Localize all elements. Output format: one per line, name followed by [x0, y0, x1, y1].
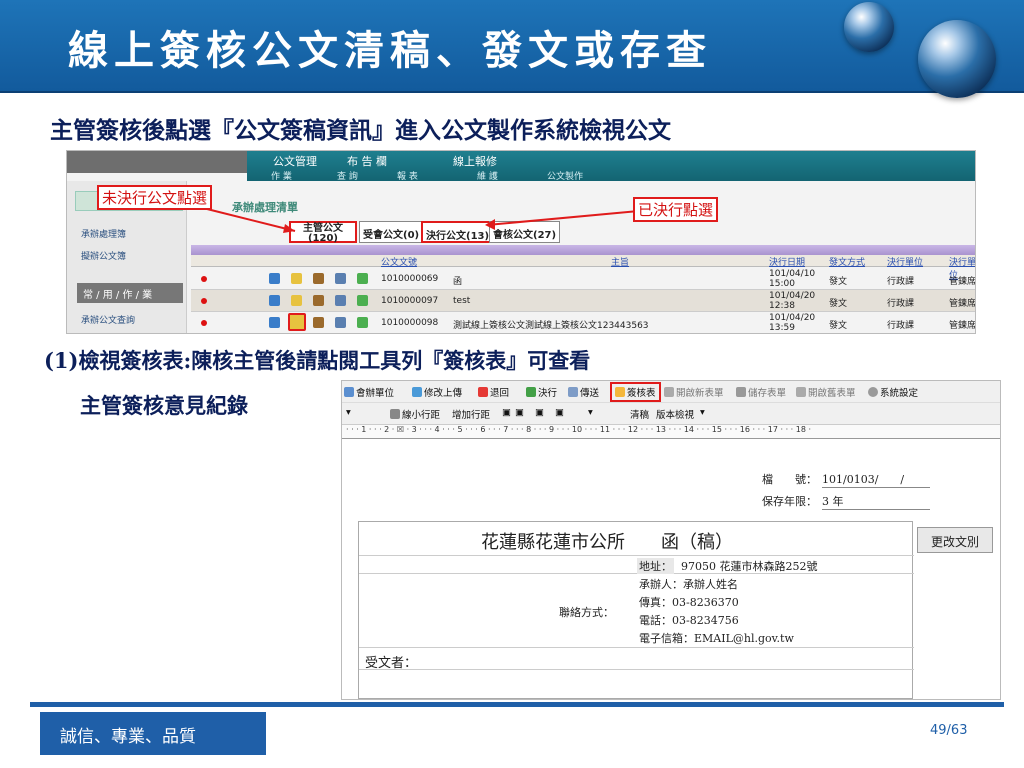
- contact-handler[interactable]: 承辦人：承辦人姓名: [639, 576, 738, 592]
- retention-field[interactable]: 3 年: [822, 493, 930, 510]
- toolbar-line-spacing-decrease[interactable]: 線小行距: [390, 407, 440, 421]
- editor-toolbar: 會辦單位 修改上傳 退回 決行 傳送 簽核表 開啟新表單 儲存表單 開啟舊表單 …: [342, 381, 1000, 403]
- contact-email[interactable]: 電子信箱：EMAIL@hl.gov.tw: [639, 630, 794, 646]
- toolbar-settings[interactable]: 系統設定: [868, 385, 918, 399]
- step-instruction-2: 主管簽核意見紀錄: [80, 393, 248, 418]
- step-instruction: (1)檢視簽核表:陳核主管後請點閱工具列『簽核表』可查看: [44, 348, 591, 373]
- globe-icon: [844, 2, 894, 52]
- document-editor-screenshot: 會辦單位 修改上傳 退回 決行 傳送 簽核表 開啟新表單 儲存表單 開啟舊表單 …: [341, 380, 1001, 700]
- footer-slogan: 誠信、專業、品質: [40, 712, 266, 755]
- toolbar-clean-draft[interactable]: 清稿: [630, 407, 649, 421]
- send-icon: [568, 387, 578, 397]
- toolbar-open-form[interactable]: 開啟舊表單: [796, 385, 856, 399]
- page-number: 49/63: [930, 723, 968, 738]
- file-no-field[interactable]: 101/0103/ /: [822, 471, 930, 488]
- form-contact-row-1: 承辦人：承辦人姓名: [359, 574, 914, 592]
- toolbar-print-icons[interactable]: ▣▣ ▣ ▣: [502, 407, 568, 418]
- save-icon: [736, 387, 746, 397]
- editor-toolbar-2: ▾ 線小行距 增加行距 ▣▣ ▣ ▣ ▾ 清稿 版本檢視 ▾: [342, 403, 1000, 425]
- toolbar-save-form[interactable]: 儲存表單: [736, 385, 786, 399]
- toolbar-countersign-unit[interactable]: 會辦單位: [344, 385, 394, 399]
- document-page: 檔 號： 101/0103/ / 保存年限： 3 年 花蓮縣花蓮市公所 函（稿）…: [342, 439, 1000, 699]
- footer-rule: [30, 702, 1004, 707]
- users-icon: [344, 387, 354, 397]
- form-contact-row-2: 傳真：03-8236370: [359, 592, 914, 610]
- cross-icon: [478, 387, 488, 397]
- callout-arrows: [206, 208, 640, 233]
- toolbar-line-spacing-increase[interactable]: 增加行距: [452, 407, 490, 421]
- toolbar-new-form[interactable]: 開啟新表單: [664, 385, 724, 399]
- form-title-row: 花蓮縣花蓮市公所 函（稿）: [359, 522, 914, 556]
- approve-icon: [526, 387, 536, 397]
- slide-title: 線上簽核公文清稿、發文或存查: [68, 27, 712, 74]
- retention-label: 保存年限：: [762, 495, 817, 508]
- callout-approved: 已決行點選: [633, 197, 719, 222]
- document-title: 花蓮縣花蓮市公所 函（稿）: [481, 532, 733, 553]
- toolbar-send[interactable]: 傳送: [568, 385, 599, 399]
- upload-icon: [412, 387, 422, 397]
- form-contact-row-4: 電子信箱：EMAIL@hl.gov.tw: [359, 628, 914, 648]
- file-no-label: 檔 號：: [762, 473, 817, 486]
- contact-phone[interactable]: 電話：03-8234756: [639, 612, 739, 628]
- new-form-icon: [664, 387, 674, 397]
- form-recipient-row: 受文者：: [359, 648, 914, 671]
- address-label: 地址：: [637, 558, 674, 574]
- globe-icon-large: [918, 20, 996, 98]
- document-list-screenshot: 公文管理 布 告 欄 線上報修 作 業 查 詢 報 表 維 護 公文製作 承辦處…: [66, 150, 976, 334]
- toolbar-approve[interactable]: 決行: [526, 385, 557, 399]
- open-icon: [796, 387, 806, 397]
- spacing-icon: [390, 409, 400, 419]
- form-contact-row-3: 聯絡方式： 電話：03-8234756: [359, 606, 914, 628]
- gear-icon: [868, 387, 878, 397]
- toolbar-sign-form[interactable]: 簽核表: [610, 382, 661, 402]
- callout-unapproved: 未決行公文點選: [97, 185, 213, 210]
- toolbar-return[interactable]: 退回: [478, 385, 509, 399]
- address-value[interactable]: 97050 花蓮市林森路252號: [681, 558, 817, 574]
- change-doc-type-button[interactable]: 更改文別: [917, 527, 993, 553]
- toolbar-dropdown-3[interactable]: ▾: [700, 407, 705, 418]
- toolbar-dropdown[interactable]: ▾: [346, 407, 351, 418]
- recipient-label: 受文者：: [365, 656, 418, 671]
- document-form: 花蓮縣花蓮市公所 函（稿） 地址： 97050 花蓮市林森路252號 承辦人：承…: [358, 521, 914, 699]
- toolbar-dropdown-2[interactable]: ▾: [588, 407, 593, 418]
- ruler[interactable]: · · · 1 · · · 2 · ☒ · 3 · · · 4 · · · 5 …: [342, 425, 1000, 439]
- contact-fax[interactable]: 傳真：03-8236370: [639, 594, 739, 610]
- form-address-row: 地址： 97050 花蓮市林森路252號: [359, 556, 914, 574]
- toolbar-upload[interactable]: 修改上傳: [412, 385, 462, 399]
- slide-subtitle: 主管簽核後點選『公文簽稿資訊』進入公文製作系統檢視公文: [50, 117, 671, 144]
- contact-method-label: 聯絡方式：: [559, 606, 614, 619]
- toolbar-version-view[interactable]: 版本檢視: [656, 407, 694, 421]
- form-icon: [615, 387, 625, 397]
